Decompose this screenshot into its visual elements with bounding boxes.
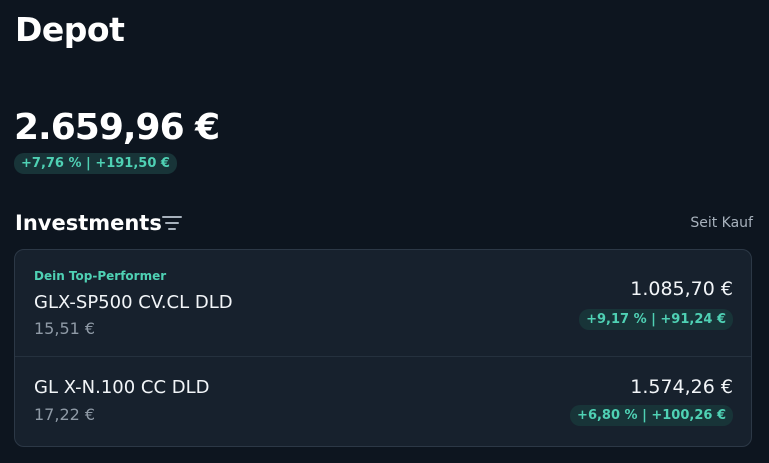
filter-icon[interactable] — [162, 215, 182, 231]
investments-list: Dein Top-Performer GLX-SP500 CV.CL DLD 1… — [14, 249, 752, 447]
portfolio-total-value: 2.659,96 € — [14, 107, 220, 148]
investments-title: Investments — [15, 211, 162, 235]
investment-value: 1.085,70 € — [630, 278, 733, 300]
depot-page: Depot 2.659,96 € +7,76 % | +191,50 € Inv… — [0, 0, 769, 463]
investment-value: 1.574,26 € — [630, 376, 733, 398]
investment-price: 15,51 € — [34, 319, 96, 338]
portfolio-change-badge: +7,76 % | +191,50 € — [14, 153, 177, 174]
investment-row[interactable]: Dein Top-Performer GLX-SP500 CV.CL DLD 1… — [15, 250, 751, 357]
top-performer-label: Dein Top-Performer — [34, 269, 167, 283]
investment-name: GLX-SP500 CV.CL DLD — [34, 292, 233, 313]
investment-row[interactable]: GL X-N.100 CC DLD 17,22 € 1.574,26 € +6,… — [15, 357, 751, 446]
investment-name: GL X-N.100 CC DLD — [34, 377, 210, 398]
sort-mode-link[interactable]: Seit Kauf — [690, 212, 753, 234]
page-title: Depot — [15, 10, 125, 49]
investment-price: 17,22 € — [34, 405, 96, 424]
investments-header: Investments Seit Kauf — [15, 208, 753, 238]
investment-change-badge: +9,17 % | +91,24 € — [579, 309, 733, 330]
investment-change-badge: +6,80 % | +100,26 € — [570, 405, 733, 426]
